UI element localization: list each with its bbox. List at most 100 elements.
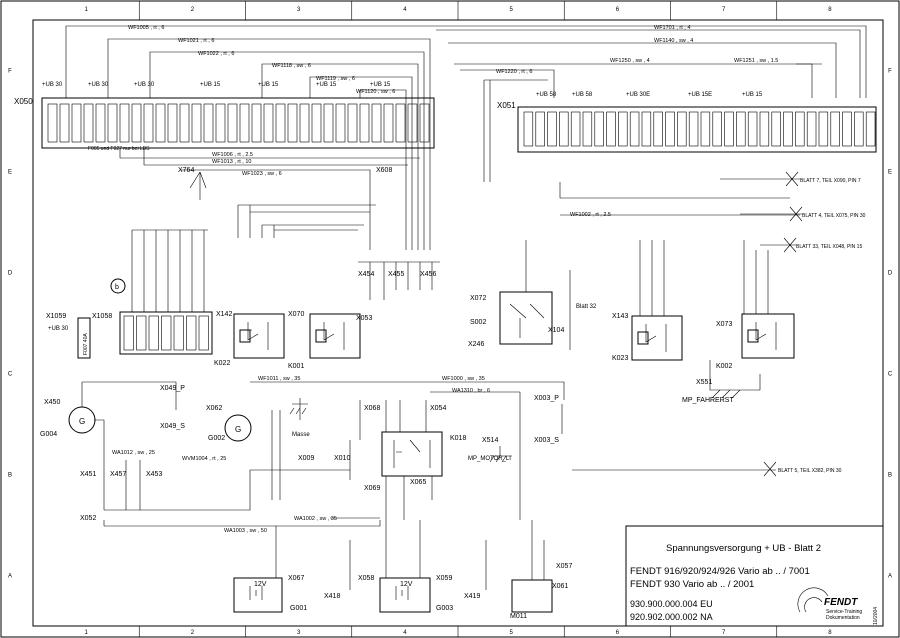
fuse-slot — [148, 315, 159, 351]
grid-row-label: C — [8, 372, 13, 378]
offsheet-2: BLATT 4, TEIL X075, PIN 30 — [740, 206, 866, 222]
relay-k001: K001 — [233, 313, 304, 370]
ref-circle-b-label: b — [115, 284, 119, 291]
grid-column-label: 4 — [403, 7, 407, 13]
masse-label: Masse — [292, 432, 310, 438]
x003p-label: X003_P — [534, 395, 559, 402]
fuse-slot — [131, 103, 142, 143]
fuse-slot — [167, 103, 178, 143]
fuse-row-left — [47, 103, 430, 143]
fuse-slot — [570, 111, 581, 147]
fuse-slot — [830, 111, 840, 147]
fuse-slot — [606, 111, 616, 147]
wires-batteries — [275, 520, 487, 590]
fuse-slot — [83, 103, 94, 143]
x050-label: X050 — [14, 97, 33, 106]
x069-label: X069 — [364, 485, 380, 492]
fuse-slot — [688, 111, 699, 147]
fuse-slot — [47, 103, 58, 143]
x059-label: X059 — [436, 575, 452, 582]
fuse-slot — [173, 315, 184, 351]
wires-k023-k002 — [639, 240, 769, 399]
fuse-slot — [818, 111, 829, 147]
x450-label: X450 — [44, 399, 60, 406]
wire-wf1021 — [107, 38, 431, 250]
mp-motor-label: MP_MOTOR_LI — [468, 456, 511, 462]
k022-label: K022 — [214, 360, 230, 367]
switch-s002-contacts — [509, 303, 545, 338]
fuse-slot — [95, 103, 106, 143]
fuse-box-x050 — [41, 97, 435, 149]
outer-frame — [0, 0, 900, 638]
doc-number-na: 920.902.000.002 NA — [630, 612, 713, 622]
fuse-slot — [143, 103, 154, 143]
wire-wf1011-wf1000 — [250, 381, 565, 400]
x068-label: X068 — [364, 405, 380, 412]
ub15e-label: +UB 15E — [688, 92, 712, 98]
grid-column-label: 4 — [403, 630, 407, 636]
grid-column-label: 6 — [616, 630, 620, 636]
offsheet-ref-1: BLATT 7, TEIL X090, PIN 7 — [800, 178, 861, 184]
fuse-slot — [263, 103, 274, 143]
x143-label: X143 — [612, 313, 628, 320]
fuse-slot — [123, 315, 134, 351]
x418-label: X418 — [324, 593, 340, 600]
ub30-label-3: +UB 30 — [134, 82, 155, 88]
fuse-slot — [523, 111, 534, 147]
k018-label: K018 — [450, 435, 466, 442]
grid-column-label: 3 — [297, 630, 301, 636]
relay-k018 — [381, 431, 443, 477]
x454-x456-bus — [358, 261, 440, 300]
fuse-slot — [155, 103, 166, 143]
grid-column-label: 5 — [509, 7, 513, 13]
k002-label: K002 — [716, 363, 732, 370]
fuse-slot — [161, 315, 172, 351]
wire-label-wa1003: WA1003 , sw , 50 — [224, 528, 267, 534]
x457-label: X457 — [110, 471, 126, 478]
x142-label: X142 — [216, 311, 232, 318]
fuse-slot — [227, 103, 238, 143]
g003-label: G003 — [436, 605, 453, 612]
fuse-slot — [311, 103, 322, 143]
wires-k018 — [385, 400, 433, 520]
grid-row-label: E — [8, 170, 12, 176]
offsheet-ref-2: BLATT 4, TEIL X075, PIN 30 — [802, 213, 866, 219]
fuse-slot — [107, 103, 118, 143]
battery-g001-cells — [249, 586, 263, 600]
fuse-slot — [641, 111, 652, 147]
right-bus — [559, 182, 800, 216]
wire-wf1119 — [309, 76, 413, 250]
grid-column-label: 6 — [616, 7, 620, 13]
g003-voltage: 12V — [400, 581, 413, 588]
revision-date: 10/2004 — [873, 607, 879, 625]
fuse-slot — [629, 111, 640, 147]
ub15-label-5: +UB 15 — [742, 92, 763, 98]
fuse-slot — [653, 111, 663, 147]
wire-label-wf1250: WF1250 , sw , 4 — [610, 58, 650, 64]
wire-label-wf1002: WF1002 , rt , 2.5 — [570, 212, 611, 218]
x451-label: X451 — [80, 471, 96, 478]
grid-row-label: F — [8, 69, 12, 75]
fuse-slot — [747, 111, 758, 147]
x062-label: X062 — [206, 405, 222, 412]
fuse-slot — [191, 103, 202, 143]
fuse-row-x1058 — [123, 315, 209, 351]
g002-label: G002 — [208, 435, 225, 442]
fuse-slot — [371, 103, 382, 143]
x058-label: X058 — [358, 575, 374, 582]
fuse-slot — [419, 103, 430, 143]
fuse-row-right — [523, 111, 876, 147]
fuse-slot — [559, 111, 569, 147]
fuse-slot — [179, 103, 190, 143]
wires-starter — [531, 520, 545, 580]
fuse-slot — [854, 111, 864, 147]
dept-line-2: Dokumentation — [826, 615, 860, 621]
x061-label: X061 — [552, 583, 568, 590]
doc-number-eu: 930.900.000.004 EU — [630, 599, 713, 609]
x051-label: X051 — [497, 101, 516, 110]
x073-label: X073 — [716, 321, 732, 328]
g001-voltage: 12V — [254, 581, 267, 588]
fuse-slot — [712, 111, 722, 147]
s002-text: S002 — [470, 319, 486, 326]
ub15-label-2: +UB 15 — [258, 82, 279, 88]
